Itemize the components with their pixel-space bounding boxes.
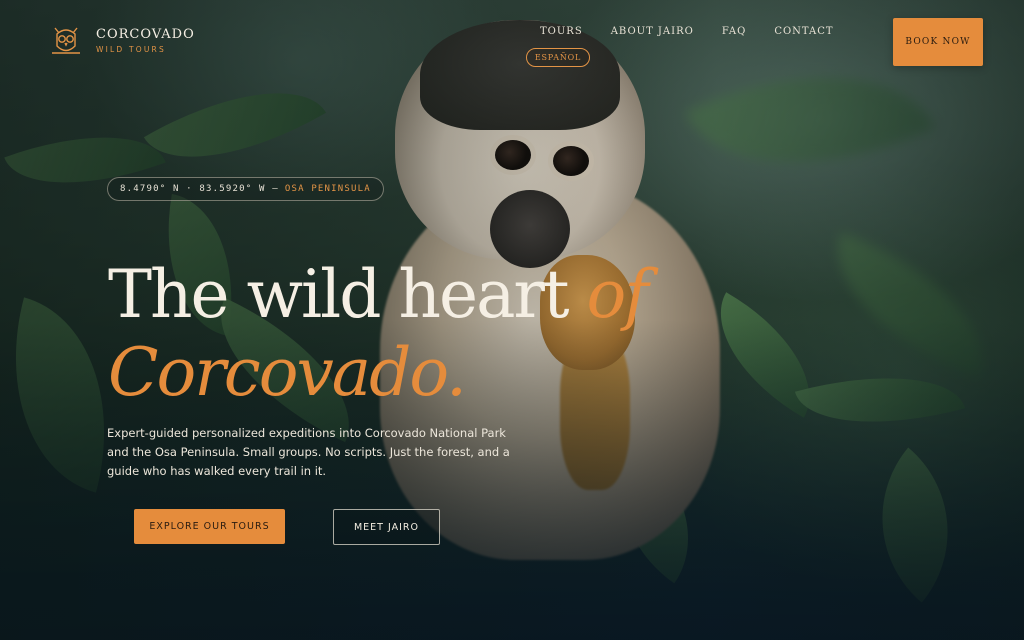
headline-text: The wild heart — [108, 256, 587, 333]
nav-item-faq[interactable]: FAQ — [722, 26, 747, 37]
hero-headline: The wild heart of Corcovado. — [108, 256, 728, 412]
coordinates-pill: 8.4790° N · 83.5920° W — OSA PENINSULA — [107, 177, 384, 201]
main-nav: TOURS ABOUT JAIRO FAQ CONTACT — [540, 26, 834, 37]
brand-logo[interactable]: CORCOVADO WILD TOURS — [48, 22, 195, 58]
nav-item-contact[interactable]: CONTACT — [774, 26, 833, 37]
owl-icon — [52, 27, 80, 54]
hero-description: Expert-guided personalized expeditions i… — [107, 426, 510, 478]
language-toggle[interactable]: ESPAÑOL — [526, 48, 590, 67]
meet-jairo-button[interactable]: MEET JAIRO — [333, 509, 440, 545]
explore-tours-label: EXPLORE OUR TOURS — [149, 521, 270, 532]
explore-tours-button[interactable]: EXPLORE OUR TOURS — [134, 509, 285, 544]
coordinates-text: 8.4790° N · 83.5920° W — — [120, 184, 279, 194]
nav-item-about-jairo[interactable]: ABOUT JAIRO — [611, 26, 694, 37]
location-label: OSA PENINSULA — [284, 184, 371, 194]
headline-accent-of: of — [586, 256, 648, 333]
book-now-button[interactable]: BOOK NOW — [893, 18, 983, 66]
brand-tagline: WILD TOURS — [96, 44, 166, 54]
nav-item-tours[interactable]: TOURS — [540, 26, 583, 37]
meet-jairo-label: MEET JAIRO — [353, 521, 420, 533]
brand-name: CORCOVADO — [96, 26, 195, 42]
book-now-label: BOOK NOW — [905, 36, 971, 47]
headline-accent-corcovado: Corcovado. — [108, 334, 467, 411]
